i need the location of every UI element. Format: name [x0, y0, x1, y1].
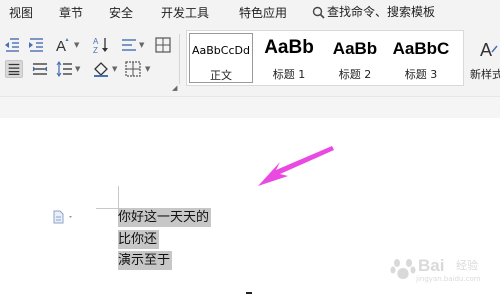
paragraph-marker-icon[interactable]	[52, 210, 76, 224]
margin-guide-vertical	[118, 186, 119, 208]
style-preview: AaBb	[264, 37, 314, 58]
new-style-icon: A	[480, 40, 498, 60]
chevron-down-icon[interactable]: ▼	[74, 41, 79, 49]
group-separator	[179, 34, 180, 84]
style-label: 正文	[210, 69, 232, 82]
styles-gallery: AaBbCcDd 正文 AaBb 标题 1 AaBb 标题 2 AaBbC 标题…	[186, 30, 464, 86]
watermark-brand: Bai	[418, 256, 445, 275]
distributed-align-icon[interactable]	[31, 60, 49, 78]
style-label: 标题 3	[404, 68, 438, 81]
svg-text:A: A	[56, 38, 66, 54]
style-preview: AaBbCcDd	[192, 44, 250, 57]
chevron-down-icon[interactable]: ▼	[112, 65, 117, 73]
line-spacing-icon[interactable]	[120, 36, 138, 54]
search-icon	[312, 6, 325, 19]
new-style-button[interactable]: A 新样式	[466, 36, 500, 84]
chevron-down-icon[interactable]: ▼	[75, 65, 80, 73]
tab-security[interactable]: 安全	[109, 4, 133, 21]
decrease-indent-icon[interactable]	[3, 36, 21, 54]
tab-view[interactable]: 视图	[9, 4, 33, 21]
tab-special-apps[interactable]: 特色应用	[239, 4, 287, 21]
paw-icon	[390, 259, 416, 279]
style-heading-3[interactable]: AaBbC 标题 3	[389, 33, 453, 83]
svg-text:Z: Z	[93, 46, 98, 54]
style-heading-1[interactable]: AaBb 标题 1	[257, 33, 321, 83]
watermark-sub: 经验	[456, 259, 478, 272]
baidu-jingyan-watermark: Bai 经验 jingyan.baidu.com	[386, 254, 498, 286]
style-heading-2[interactable]: AaBb 标题 2	[323, 33, 387, 83]
annotation-arrow	[258, 146, 334, 186]
align-left-icon[interactable]	[5, 60, 23, 78]
margin-guide-horizontal	[96, 208, 118, 209]
document-text-line[interactable]: 你好这一天天的	[118, 208, 212, 227]
sort-icon[interactable]: AZ	[92, 36, 110, 54]
style-preview: AaBb	[332, 39, 378, 58]
svg-text:A: A	[480, 40, 492, 60]
chevron-down-icon[interactable]: ▼	[139, 41, 144, 49]
increase-indent-icon[interactable]	[27, 36, 45, 54]
page-corner-mark	[246, 292, 252, 298]
svg-text:A: A	[93, 37, 99, 46]
document-text-line[interactable]: 演示至于	[118, 251, 173, 270]
new-style-label: 新样式	[470, 68, 500, 81]
watermark-url: jingyan.baidu.com	[416, 275, 481, 283]
search-label: 查找命令、搜索模板	[327, 5, 436, 19]
style-label: 标题 2	[338, 68, 372, 81]
menu-bar: 视图 章节 安全 开发工具 特色应用 查找命令、搜索模板	[0, 0, 500, 24]
style-label: 标题 1	[272, 68, 306, 81]
style-preview: AaBbC	[392, 39, 450, 58]
document-text-line[interactable]: 比你还	[118, 230, 160, 249]
font-style-icon[interactable]: A	[55, 36, 73, 54]
paragraph-spacing-icon[interactable]	[56, 60, 74, 78]
command-search[interactable]: 查找命令、搜索模板	[312, 3, 435, 20]
border-icon[interactable]	[154, 36, 172, 54]
ribbon-bottom-bar	[0, 96, 500, 118]
chevron-down-icon[interactable]: ▼	[145, 65, 150, 73]
table-border-icon[interactable]	[124, 60, 142, 78]
style-body[interactable]: AaBbCcDd 正文	[189, 33, 253, 83]
tab-developer-tools[interactable]: 开发工具	[161, 4, 209, 21]
tab-chapter[interactable]: 章节	[59, 4, 83, 21]
paragraph-settings-launcher[interactable]: ◢	[172, 84, 177, 92]
fill-color-icon[interactable]	[92, 60, 110, 78]
